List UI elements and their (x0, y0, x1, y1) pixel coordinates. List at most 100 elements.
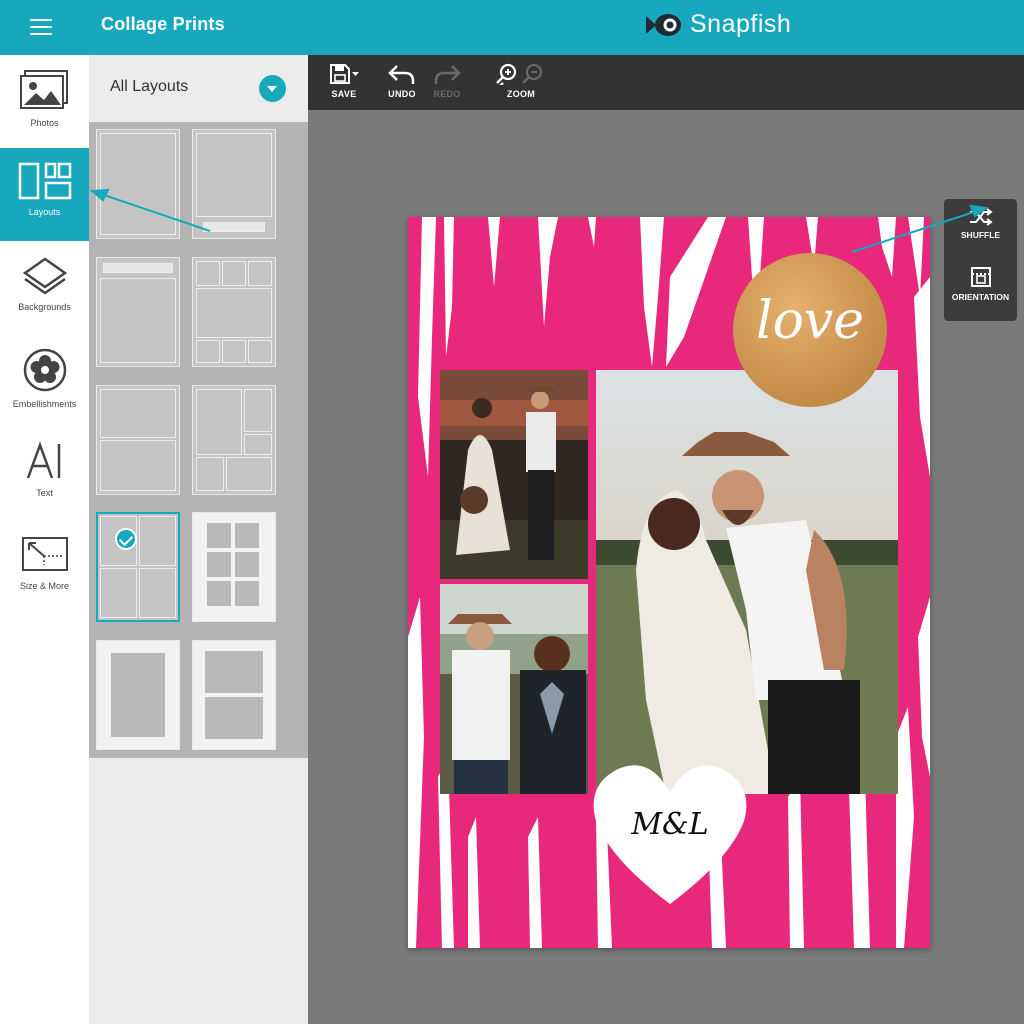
side-tools-panel: SHUFFLE ORIENTATION (944, 199, 1017, 321)
layout-cell (207, 552, 231, 577)
backgrounds-icon (22, 257, 67, 295)
layout-cell (235, 552, 259, 577)
layout-cell (196, 133, 272, 217)
layout-filter-label[interactable]: All Layouts (110, 78, 188, 96)
nav-item-photos[interactable]: Photos (0, 55, 89, 148)
zoom-label: ZOOM (506, 89, 536, 99)
layout-cell (196, 389, 242, 455)
layout-cell (235, 581, 259, 606)
nav-item-embellishments[interactable]: Embellishments (0, 334, 89, 427)
layout-cell (207, 581, 231, 606)
layout-cell (196, 457, 224, 491)
layout-cell (207, 523, 231, 548)
layout-thumb-4[interactable] (192, 257, 276, 367)
layout-cell (100, 389, 176, 438)
brand-logo[interactable]: Snapfish (644, 10, 791, 39)
layout-cell (244, 434, 272, 455)
save-icon (330, 64, 359, 84)
undo-label: UNDO (388, 89, 416, 99)
redo-label: REDO (433, 89, 461, 99)
redo-icon (434, 65, 461, 84)
layouts-panel: All Layouts (89, 55, 308, 1024)
heart-text[interactable]: M&L (590, 807, 750, 842)
top-bar: Collage Prints Snapfish (0, 0, 1024, 55)
photos-icon (19, 70, 68, 109)
layout-cell (196, 288, 272, 338)
layout-cell (222, 261, 246, 286)
love-sticker-text: love (755, 291, 865, 351)
layout-caption-bar (103, 263, 173, 273)
shuffle-button[interactable]: SHUFFLE (944, 207, 1017, 240)
shuffle-label: SHUFFLE (960, 230, 1001, 240)
photo-slot-2[interactable] (440, 584, 588, 794)
nav-item-layouts[interactable]: Layouts (0, 148, 89, 241)
undo-icon (388, 65, 415, 84)
layout-thumb-9[interactable] (96, 640, 180, 750)
panel-header: All Layouts (89, 55, 308, 122)
embellishments-icon (23, 348, 66, 392)
nav-label-text: Text (36, 488, 53, 498)
left-nav: Photos Layouts Backgrounds Embellishment… (0, 55, 89, 1024)
zoom-in-icon[interactable] (496, 63, 546, 85)
orientation-icon (970, 267, 991, 287)
layout-cell (196, 340, 220, 363)
love-sticker[interactable]: love (733, 253, 887, 407)
layout-cell (205, 651, 263, 693)
layout-cell (196, 261, 220, 286)
undo-button[interactable]: UNDO (387, 63, 417, 99)
chevron-down-icon[interactable] (259, 75, 286, 102)
layout-grid (89, 122, 308, 758)
photo-slot-3[interactable] (596, 370, 898, 794)
brand-name: Snapfish (690, 10, 792, 38)
layout-cell (248, 261, 272, 286)
photo-slot-1[interactable] (440, 370, 588, 579)
couple-photo-2 (440, 584, 588, 794)
layout-cell (100, 440, 176, 491)
couple-photo-1 (440, 370, 588, 579)
redo-button[interactable]: REDO (432, 63, 462, 99)
zoom-button[interactable]: ZOOM (496, 63, 546, 99)
save-label: SAVE (331, 89, 357, 99)
layout-thumb-1[interactable] (96, 129, 180, 239)
layout-cell (111, 653, 165, 737)
layout-cell (139, 516, 176, 566)
layout-cell (248, 340, 272, 363)
layout-cell (244, 389, 272, 432)
layout-cell (100, 133, 176, 235)
layout-thumb-10[interactable] (192, 640, 276, 750)
layout-thumb-5[interactable] (96, 385, 180, 495)
app-title: Collage Prints (101, 14, 225, 34)
layout-cell (100, 568, 137, 618)
shuffle-icon (969, 208, 993, 226)
layout-cell (205, 697, 263, 739)
layout-cell (100, 278, 176, 363)
size-icon (21, 537, 68, 571)
layout-cell (139, 568, 176, 618)
layout-cell (226, 457, 272, 491)
nav-item-text[interactable]: Text (0, 427, 89, 520)
selected-check-icon (115, 528, 137, 550)
layout-thumb-8[interactable] (192, 512, 276, 622)
text-icon (26, 441, 60, 479)
save-button[interactable]: SAVE (328, 63, 360, 99)
nav-label-backgrounds: Backgrounds (18, 302, 71, 312)
layouts-icon (18, 162, 71, 200)
layout-thumb-3[interactable] (96, 257, 180, 367)
nav-item-backgrounds[interactable]: Backgrounds (0, 241, 89, 334)
menu-icon[interactable] (30, 19, 52, 35)
layout-cell (235, 523, 259, 548)
nav-label-photos: Photos (30, 118, 59, 128)
nav-item-size[interactable]: Size & More (0, 520, 89, 613)
nav-label-layouts: Layouts (28, 207, 61, 217)
orientation-label: ORIENTATION (951, 292, 1010, 302)
snapfish-fish-icon (646, 13, 681, 36)
nav-label-size: Size & More (19, 581, 70, 591)
orientation-button[interactable]: ORIENTATION (944, 265, 1017, 302)
layout-thumb-7[interactable] (96, 512, 180, 622)
couple-photo-3 (596, 370, 898, 794)
layout-cell (222, 340, 246, 363)
layout-thumb-2[interactable] (192, 129, 276, 239)
layout-caption-bar (203, 222, 265, 232)
nav-label-embellishments: Embellishments (12, 399, 77, 409)
layout-thumb-6[interactable] (192, 385, 276, 495)
